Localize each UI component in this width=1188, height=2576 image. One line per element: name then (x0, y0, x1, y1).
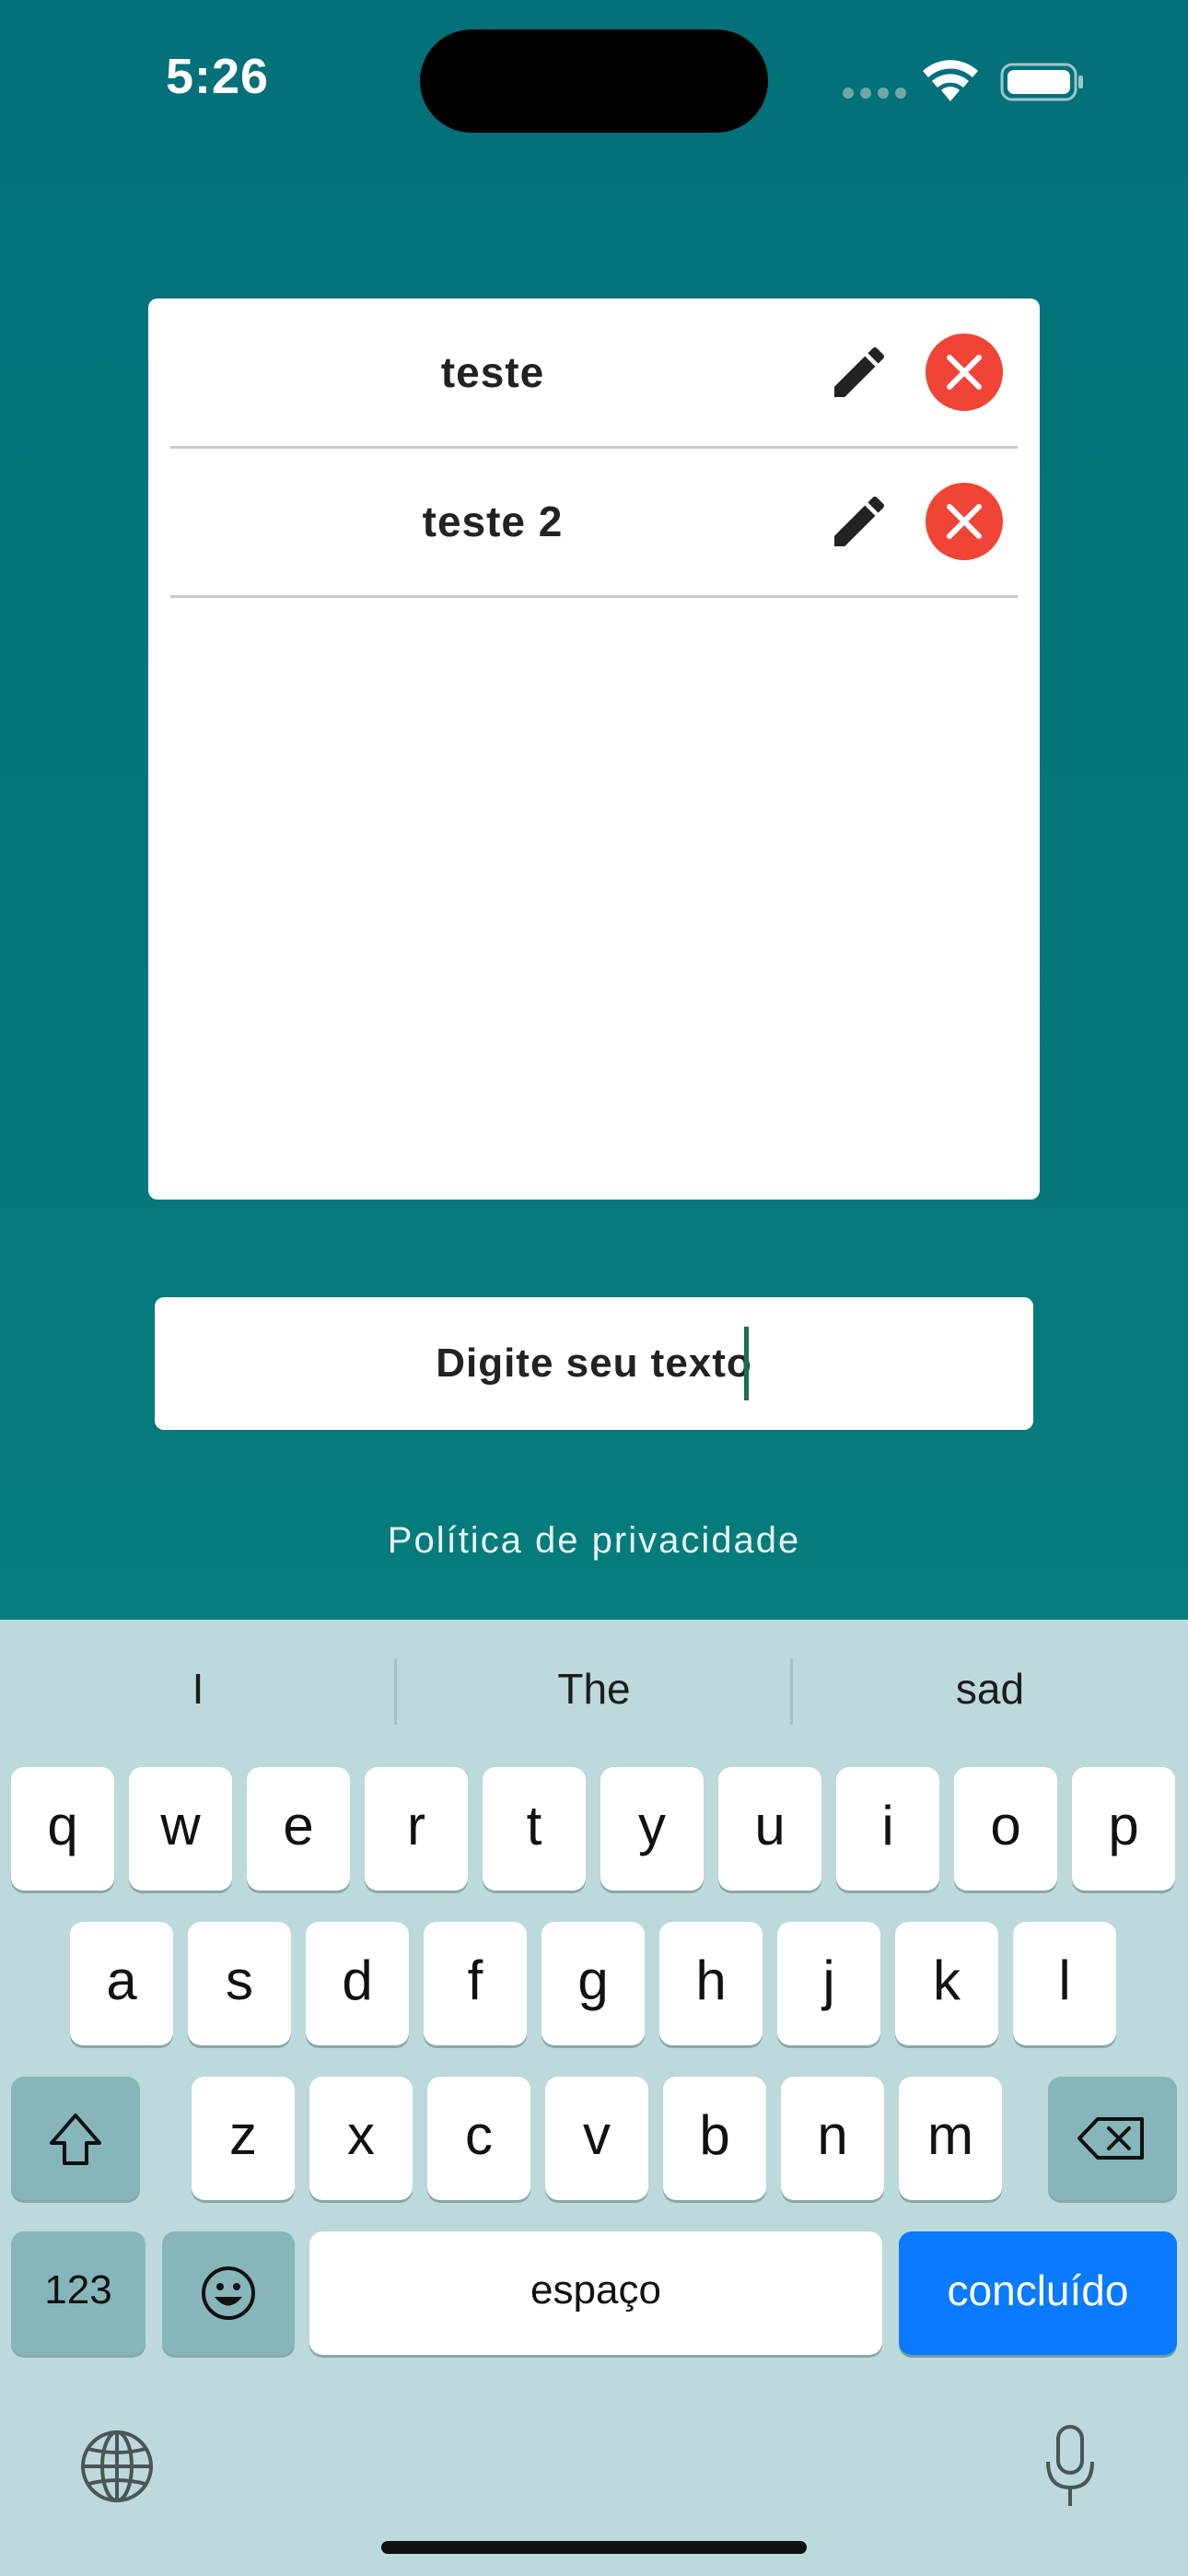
key-l[interactable]: l (1013, 1922, 1116, 2045)
key-s[interactable]: s (188, 1922, 291, 2045)
globe-icon[interactable] (79, 2429, 155, 2504)
close-icon (947, 504, 982, 539)
key-t[interactable]: t (483, 1767, 586, 1891)
suggestion-bar: I The sad (0, 1620, 1188, 1758)
shift-icon (50, 2113, 101, 2165)
home-indicator (381, 2541, 807, 2554)
list-item[interactable]: teste 2 (170, 448, 1018, 598)
key-y[interactable]: y (600, 1767, 704, 1891)
key-w[interactable]: w (129, 1767, 232, 1891)
key-p[interactable]: p (1072, 1767, 1175, 1891)
key-h[interactable]: h (659, 1922, 763, 2045)
key-c[interactable]: c (427, 2077, 530, 2200)
delete-button[interactable] (926, 334, 1003, 411)
cellular-signal-icon (843, 87, 913, 103)
key-n[interactable]: n (781, 2077, 884, 2200)
text-cursor (744, 1327, 749, 1400)
key-o[interactable]: o (954, 1767, 1057, 1891)
list-item[interactable]: teste (170, 299, 1018, 449)
key-v[interactable]: v (545, 2077, 648, 2200)
status-bar: 5:26 (0, 0, 1188, 157)
key-g[interactable]: g (542, 1922, 645, 2045)
key-m[interactable]: m (899, 2077, 1002, 2200)
backspace-icon (1077, 2117, 1144, 2160)
dynamic-island (420, 29, 768, 133)
privacy-policy-link[interactable]: Política de privacidade (0, 1520, 1188, 1562)
suggestion-item[interactable]: sad (792, 1620, 1188, 1758)
text-input-value: Digite seu texto (436, 1341, 752, 1386)
key-f[interactable]: f (424, 1922, 527, 2045)
delete-button[interactable] (926, 483, 1003, 560)
battery-icon (1000, 63, 1083, 101)
edit-icon[interactable] (826, 339, 892, 405)
emoji-key[interactable] (162, 2231, 295, 2355)
suggestion-item[interactable]: The (396, 1620, 792, 1758)
list-item-label: teste 2 (422, 498, 564, 545)
key-j[interactable]: j (777, 1922, 880, 2045)
keyboard: I The sad q w e r t y u i o p a s d f g … (0, 1620, 1188, 2576)
list-item-label: teste (440, 348, 545, 396)
key-q[interactable]: q (11, 1767, 114, 1891)
key-a[interactable]: a (70, 1922, 173, 2045)
key-i[interactable]: i (836, 1767, 939, 1891)
suggestion-item[interactable]: I (0, 1620, 396, 1758)
key-z[interactable]: z (192, 2077, 295, 2200)
emoji-icon (202, 2266, 255, 2320)
done-key[interactable]: concluído (899, 2231, 1177, 2355)
key-r[interactable]: r (365, 1767, 468, 1891)
key-x[interactable]: x (309, 2077, 413, 2200)
key-k[interactable]: k (895, 1922, 998, 2045)
space-key[interactable]: espaço (309, 2231, 882, 2355)
text-input[interactable]: Digite seu texto (155, 1297, 1033, 1430)
wifi-icon (923, 60, 978, 101)
key-u[interactable]: u (718, 1767, 821, 1891)
numbers-key[interactable]: 123 (11, 2231, 146, 2355)
key-e[interactable]: e (247, 1767, 350, 1891)
status-time: 5:26 (166, 49, 270, 104)
shift-key[interactable] (11, 2077, 140, 2200)
key-d[interactable]: d (306, 1922, 409, 2045)
backspace-key[interactable] (1048, 2077, 1177, 2200)
edit-icon[interactable] (826, 488, 892, 555)
close-icon (947, 355, 982, 390)
item-list-card: teste teste 2 (148, 299, 1040, 1200)
microphone-icon[interactable] (1042, 2423, 1098, 2510)
key-b[interactable]: b (663, 2077, 766, 2200)
